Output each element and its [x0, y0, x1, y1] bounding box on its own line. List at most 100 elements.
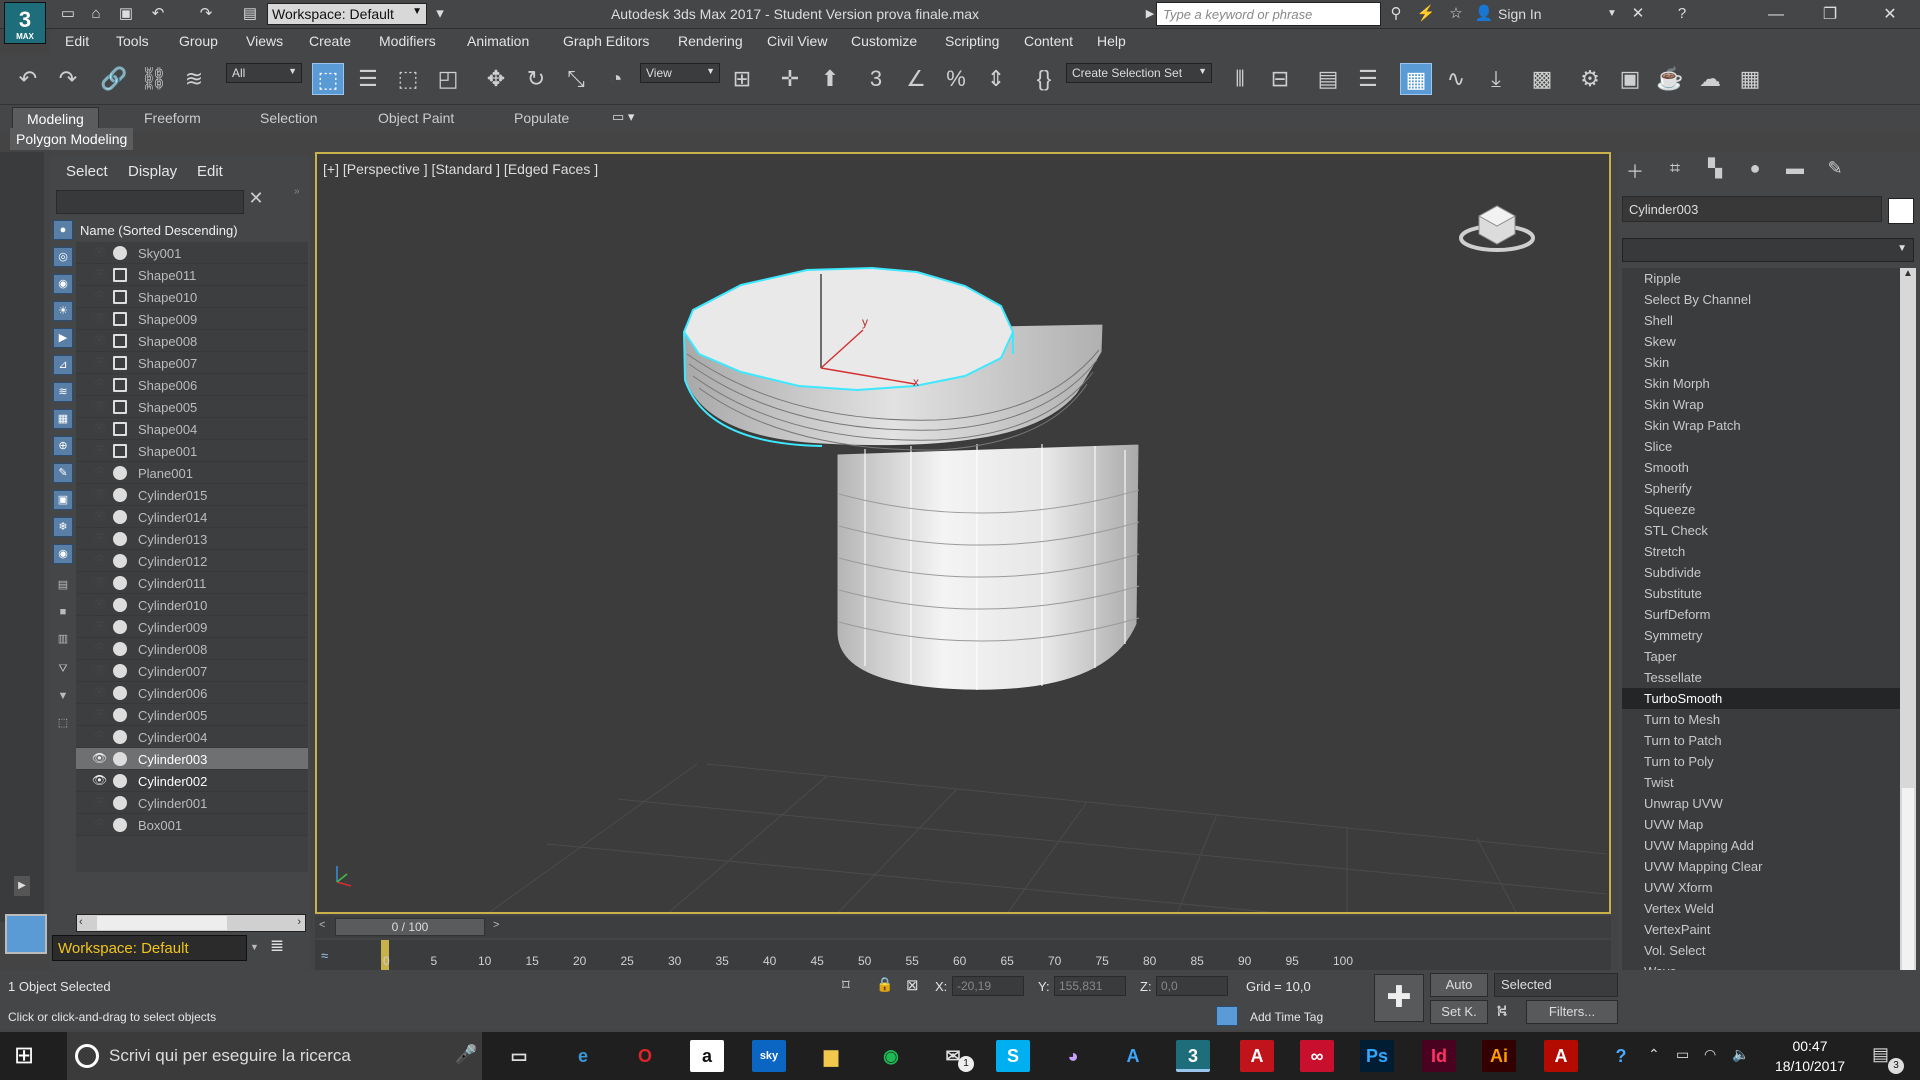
modifier-item[interactable]: Twist	[1622, 772, 1900, 793]
bind-space-warp-icon[interactable]: ≋	[178, 63, 210, 95]
modifier-item[interactable]: Skin	[1622, 352, 1900, 373]
prev-frame-icon[interactable]: <	[319, 919, 325, 931]
workspace-field[interactable]: Workspace: Default	[52, 935, 247, 961]
help-circle-icon[interactable]: ?	[1604, 1040, 1638, 1072]
scene-object-row[interactable]: 👁 Shape011	[76, 264, 308, 286]
column-header-name[interactable]: Name (Sorted Descending)	[76, 220, 308, 240]
visibility-eye-icon[interactable]: 👁	[92, 531, 107, 545]
display-space-warps-icon[interactable]: ≋	[53, 382, 73, 402]
menu-create[interactable]: Create	[309, 33, 351, 49]
scene-object-row[interactable]: 👁 Cylinder003	[76, 748, 308, 770]
visibility-eye-icon[interactable]: 👁	[92, 399, 107, 413]
select-by-name-icon[interactable]: ☰	[352, 63, 384, 95]
explorer-tab-display[interactable]: Display	[128, 163, 177, 180]
battery-icon[interactable]: ▭	[1676, 1046, 1689, 1063]
scene-object-row[interactable]: 👁 Cylinder013	[76, 528, 308, 550]
visibility-eye-icon[interactable]: 👁	[92, 707, 107, 721]
modifier-item[interactable]: Stretch	[1622, 541, 1900, 562]
help-icon[interactable]: ?	[1672, 4, 1692, 24]
visibility-eye-icon[interactable]: 👁	[92, 509, 107, 523]
tab-populate[interactable]: Populate	[500, 107, 583, 129]
modifier-item[interactable]: Ripple	[1622, 268, 1900, 289]
clear-search-icon[interactable]: ✕	[246, 188, 266, 212]
selection-lock-icon[interactable]: 🔒	[876, 976, 893, 993]
visibility-eye-icon[interactable]: 👁	[92, 311, 107, 325]
close-icon[interactable]: ✕	[1866, 0, 1914, 29]
project-folder-icon[interactable]: ▤	[240, 4, 260, 24]
scene-object-row[interactable]: 👁 Cylinder007	[76, 660, 308, 682]
visibility-eye-icon[interactable]: 👁	[92, 641, 107, 655]
scene-object-row[interactable]: 👁 Shape001	[76, 440, 308, 462]
visibility-eye-icon[interactable]: 👁	[92, 553, 107, 567]
collapse-arrows-icon[interactable]: »	[294, 186, 300, 197]
subscription-icon[interactable]: ⚡	[1416, 4, 1436, 24]
visibility-eye-icon[interactable]: 👁	[92, 817, 107, 831]
display-none-icon[interactable]: ●	[53, 220, 73, 240]
visibility-eye-icon[interactable]: 👁	[92, 575, 107, 589]
window-crossing-icon[interactable]: ◰	[432, 63, 464, 95]
visibility-eye-icon[interactable]: 👁	[92, 685, 107, 699]
visibility-eye-icon[interactable]: 👁	[92, 245, 107, 259]
display-frozen-icon[interactable]: ❄	[53, 517, 73, 537]
scene-object-row[interactable]: 👁 Shape009	[76, 308, 308, 330]
isolate-selection-icon[interactable]: ⌑	[842, 976, 850, 994]
menu-civil-view[interactable]: Civil View	[767, 33, 827, 49]
menu-scripting[interactable]: Scripting	[945, 33, 999, 49]
acrobat-icon[interactable]: A	[1544, 1040, 1578, 1072]
visibility-eye-icon[interactable]: 👁	[92, 597, 107, 611]
save-icon[interactable]: ▣	[116, 4, 136, 24]
scroll-left-icon[interactable]: ‹	[79, 916, 83, 928]
modifier-item[interactable]: Squeeze	[1622, 499, 1900, 520]
binoculars-icon[interactable]: ⚲	[1386, 4, 1406, 24]
modifier-list-dropdown[interactable]: ▼	[1622, 238, 1914, 262]
display-geometry-icon[interactable]: ◎	[53, 247, 73, 267]
visibility-eye-icon[interactable]: 👁	[92, 421, 107, 435]
modifier-item[interactable]: Turn to Poly	[1622, 751, 1900, 772]
display-tab-icon[interactable]: ▬	[1780, 158, 1810, 184]
spinner-snap-icon[interactable]: ⇕	[980, 63, 1012, 95]
curve-editor-icon[interactable]: ∿	[1440, 63, 1472, 95]
new-file-icon[interactable]: ▭	[58, 4, 78, 24]
layers-icon[interactable]: ≣	[264, 936, 290, 960]
absolute-mode-icon[interactable]: ⊠	[906, 976, 919, 994]
restore-icon[interactable]: ❐	[1806, 0, 1854, 29]
display-none-list-icon[interactable]: ■	[53, 603, 73, 623]
snaps-toggle-icon[interactable]: 3	[860, 63, 892, 95]
scene-object-row[interactable]: 👁 Cylinder010	[76, 594, 308, 616]
scene-object-row[interactable]: 👁 Cylinder008	[76, 638, 308, 660]
taskbar-clock[interactable]: 00:47 18/10/2017	[1760, 1036, 1860, 1076]
time-slider-thumb[interactable]: 0 / 100	[335, 918, 485, 936]
render-in-cloud-icon[interactable]: ☁	[1694, 63, 1726, 95]
favorites-star-icon[interactable]: ☆	[1446, 4, 1466, 24]
modifier-item[interactable]: VertexPaint	[1622, 919, 1900, 940]
modifier-list-scrollbar[interactable]: ▲ ▼	[1900, 268, 1916, 1028]
taskbar-search-input[interactable]: Scrivi qui per eseguire la ricerca 🎤	[67, 1032, 482, 1080]
modifier-item[interactable]: Skin Wrap Patch	[1622, 415, 1900, 436]
angle-snap-icon[interactable]: ∠	[900, 63, 932, 95]
modifier-item[interactable]: Skin Morph	[1622, 373, 1900, 394]
ribbon-polygon-modeling[interactable]: Polygon Modeling	[10, 128, 134, 150]
search-input[interactable]: Type a keyword or phrase	[1156, 2, 1381, 26]
maxscript-listener-icon[interactable]	[5, 914, 47, 954]
display-groups-icon[interactable]: ▦	[53, 409, 73, 429]
pivot-point-icon[interactable]: ⊞	[726, 63, 758, 95]
exchange-apps-icon[interactable]: ✕	[1628, 4, 1648, 24]
modifier-item[interactable]: Subdivide	[1622, 562, 1900, 583]
utilities-tab-icon[interactable]: ✎	[1820, 158, 1850, 184]
menu-help[interactable]: Help	[1097, 33, 1126, 49]
select-dependents-icon[interactable]: ▼	[53, 687, 73, 707]
tab-modeling[interactable]: Modeling	[12, 107, 99, 129]
modifier-item[interactable]: Spherify	[1622, 478, 1900, 499]
scene-object-row[interactable]: 👁 Cylinder012	[76, 550, 308, 572]
auto-key-button[interactable]: Auto	[1430, 973, 1488, 997]
selection-filter-dropdown[interactable]: All ▼	[226, 63, 302, 83]
percent-snap-icon[interactable]: %	[940, 63, 972, 95]
display-hidden-icon[interactable]: ◉	[53, 544, 73, 564]
menu-views[interactable]: Views	[246, 33, 283, 49]
open-file-icon[interactable]: ⌂	[86, 4, 106, 24]
named-selection-sets-dropdown[interactable]: Create Selection Set ▼	[1066, 63, 1212, 83]
scene-object-row[interactable]: 👁 Cylinder002	[76, 770, 308, 792]
modifier-item[interactable]: Select By Channel	[1622, 289, 1900, 310]
file-explorer-icon[interactable]: ▆	[814, 1040, 848, 1072]
scene-object-row[interactable]: 👁 Cylinder001	[76, 792, 308, 814]
